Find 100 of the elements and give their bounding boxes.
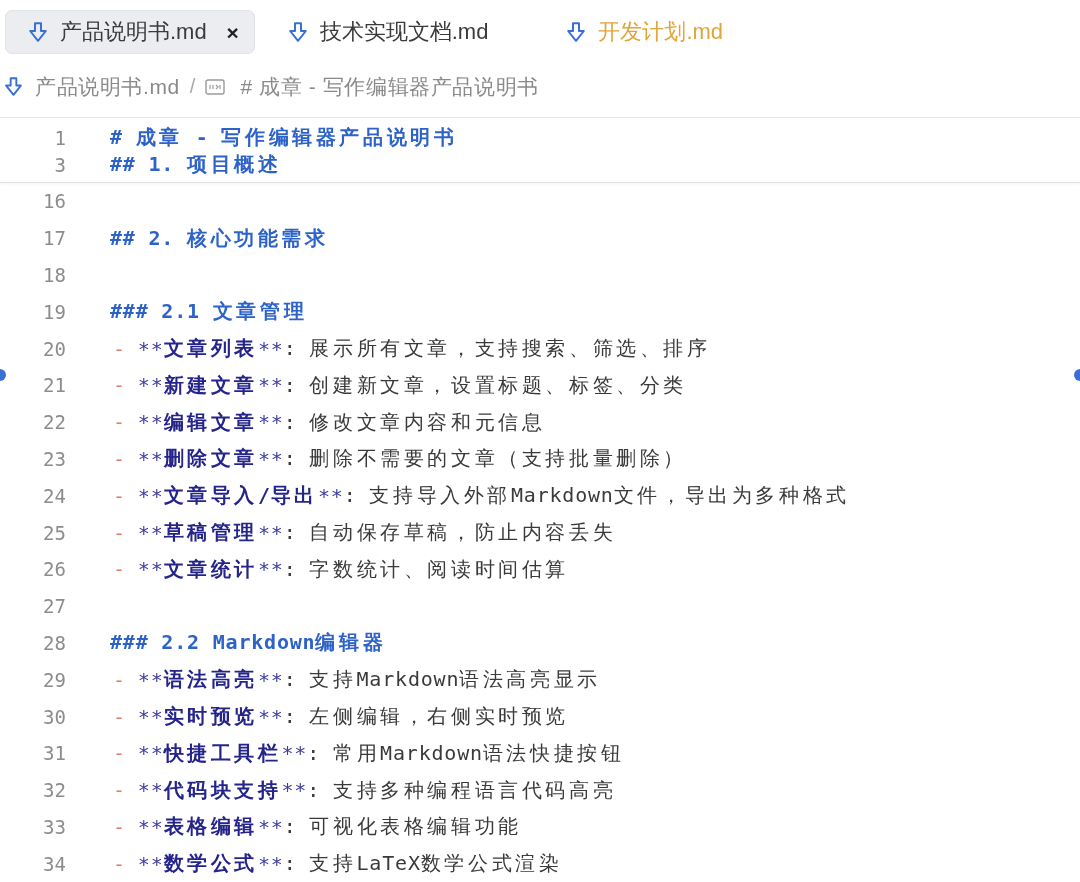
emphasis-mark: **: [257, 410, 284, 435]
list-marker: -: [113, 778, 126, 803]
down-arrow-icon: [567, 22, 586, 42]
emphasis-mark: **: [137, 446, 164, 471]
list-marker: -: [113, 373, 126, 398]
line-number: 3: [53, 153, 66, 176]
emphasis-mark: **: [137, 704, 164, 729]
bold-term: 文章统计: [163, 555, 258, 583]
emphasis-mark: **: [257, 704, 284, 729]
line-number: 24: [42, 484, 66, 507]
line-text: : 支持导入外部Markdown文件，导出为多种格式: [343, 482, 850, 510]
down-arrow-icon: [288, 22, 307, 42]
list-marker: -: [113, 557, 126, 582]
emphasis-mark: **: [137, 557, 164, 582]
emphasis-mark: **: [257, 667, 284, 692]
symbol-box-icon: [205, 78, 226, 95]
line-number: 20: [42, 337, 66, 360]
emphasis-mark: **: [137, 483, 164, 508]
list-marker: -: [113, 483, 126, 508]
close-button[interactable]: ×: [224, 22, 241, 42]
line-number: 27: [42, 595, 66, 618]
line-number: 30: [42, 705, 66, 728]
line-text: : 删除不需要的文章（支持批量删除）: [283, 445, 687, 473]
line-number: 22: [42, 411, 66, 434]
line-number: 31: [42, 742, 66, 765]
file-tab[interactable]: 技术实现文档.md: [264, 10, 534, 54]
edge-handle-icon: [1074, 369, 1080, 381]
line-text: : 可视化表格编辑功能: [283, 813, 522, 841]
line-number: 23: [42, 447, 66, 470]
emphasis-mark: **: [137, 373, 164, 398]
bold-term: 数学公式: [163, 850, 258, 878]
line-number: 28: [42, 631, 66, 654]
emphasis-mark: **: [257, 446, 284, 471]
bold-term: 代码块支持: [163, 776, 282, 804]
bold-term: 新建文章: [163, 371, 258, 399]
emphasis-mark: **: [257, 851, 284, 876]
emphasis-mark: **: [281, 778, 308, 803]
emphasis-mark: **: [137, 336, 164, 361]
bold-term: 删除文章: [163, 445, 258, 473]
list-marker: -: [113, 520, 126, 545]
file-tab[interactable]: 产品说明书.md ×: [5, 10, 255, 54]
bold-term: 文章列表: [163, 335, 258, 363]
line-text: : 展示所有文章，支持搜索、筛选、排序: [283, 335, 711, 363]
list-marker: -: [113, 814, 126, 839]
line-number: 25: [42, 521, 66, 544]
heading-text: ### 2.1 文章管理: [110, 298, 308, 326]
line-text: : 支持Markdown语法高亮显示: [283, 666, 601, 694]
list-marker: -: [113, 446, 126, 471]
bold-term: 草稿管理: [163, 519, 258, 547]
list-marker: -: [113, 851, 126, 876]
emphasis-mark: **: [257, 520, 284, 545]
emphasis-mark: **: [137, 741, 164, 766]
line-number: 32: [42, 779, 66, 802]
line-text: : 支持LaTeX数学公式渲染: [283, 850, 563, 878]
emphasis-mark: **: [137, 520, 164, 545]
line-number: 18: [42, 264, 66, 286]
line-number: 33: [42, 815, 66, 838]
list-marker: -: [113, 667, 126, 692]
breadcrumb-separator: /: [189, 75, 196, 98]
emphasis-mark: **: [137, 814, 164, 839]
line-number: 26: [42, 558, 66, 581]
line-text: : 左侧编辑，右侧实时预览: [283, 703, 569, 731]
down-arrow-icon: [5, 77, 22, 96]
list-marker: -: [113, 410, 126, 435]
emphasis-mark: **: [257, 814, 284, 839]
list-marker: -: [113, 336, 126, 361]
emphasis-mark: **: [137, 667, 164, 692]
line-number: 17: [42, 227, 66, 250]
emphasis-mark: **: [137, 410, 164, 435]
bold-term: 实时预览: [163, 703, 258, 731]
line-text: : 创建新文章，设置标题、标签、分类: [283, 371, 687, 399]
edge-handle-icon: [0, 369, 6, 381]
heading-text: ## 1. 项目概述: [110, 151, 282, 178]
emphasis-mark: **: [137, 778, 164, 803]
emphasis-mark: **: [257, 336, 284, 361]
bold-term: 编辑文章: [163, 408, 258, 436]
line-number: 1: [53, 126, 66, 149]
line-text: : 支持多种编程语言代码高亮: [307, 776, 617, 804]
line-text: : 自动保存草稿，防止内容丢失: [283, 519, 617, 547]
emphasis-mark: **: [318, 483, 344, 508]
heading-text: ## 2. 核心功能需求: [110, 224, 329, 252]
line-text: : 修改文章内容和元信息: [283, 408, 546, 436]
bold-term: 语法高亮: [163, 666, 258, 694]
line-number: 16: [42, 190, 66, 213]
bold-term: 文章导入/导出: [163, 482, 318, 510]
emphasis-mark: **: [137, 851, 164, 876]
list-marker: -: [113, 741, 126, 766]
line-number: 21: [42, 374, 66, 397]
line-number: 29: [42, 668, 66, 691]
bold-term: 快捷工具栏: [163, 739, 282, 767]
line-text: : 字数统计、阅读时间估算: [283, 555, 569, 583]
line-number: 34: [42, 852, 66, 875]
emphasis-mark: **: [281, 741, 308, 766]
down-arrow-icon: [29, 22, 47, 42]
emphasis-mark: **: [257, 373, 284, 398]
heading-text: # 成章 - 写作编辑器产品说明书: [110, 124, 458, 151]
bold-term: 表格编辑: [163, 813, 258, 841]
emphasis-mark: **: [257, 557, 284, 582]
line-number: 19: [42, 300, 66, 323]
heading-text: ### 2.2 Markdown编辑器: [110, 629, 387, 657]
